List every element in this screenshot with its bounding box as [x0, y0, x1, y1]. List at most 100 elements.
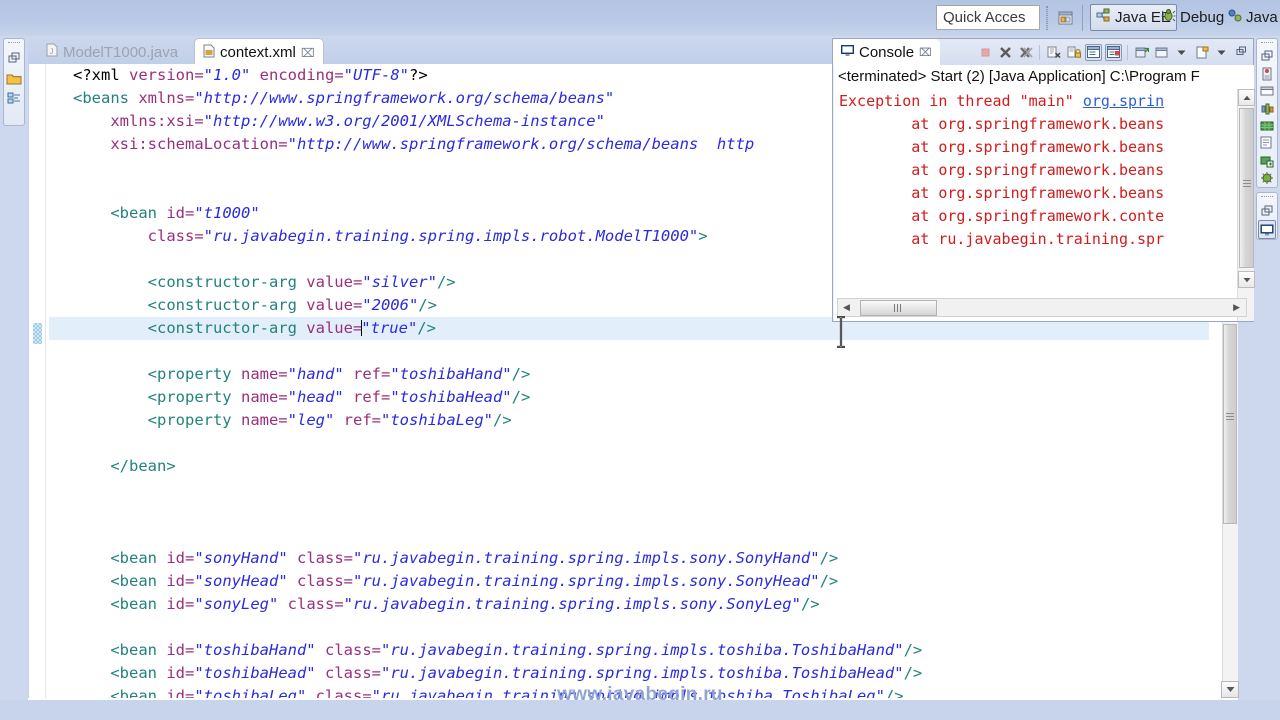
code-token: "2006": [362, 296, 419, 314]
code-token: <?xml: [73, 66, 129, 84]
code-line[interactable]: [49, 340, 1209, 363]
remove-launch-icon[interactable]: [997, 44, 1014, 61]
code-token: id=: [166, 595, 195, 613]
code-token: <constructor-arg: [147, 273, 307, 291]
console-output[interactable]: Exception in thread "main" org.sprin at …: [834, 89, 1237, 321]
servers-icon[interactable]: [1258, 65, 1276, 82]
code-token: />: [436, 273, 456, 291]
code-line[interactable]: <property name="head" ref="toshibaHead"/…: [49, 386, 1209, 409]
remove-all-launches-icon[interactable]: [1017, 44, 1034, 61]
restore-icon[interactable]: [1258, 48, 1276, 65]
code-line[interactable]: [49, 616, 1209, 639]
package-explorer-icon[interactable]: [5, 68, 23, 88]
code-line[interactable]: <property name="leg" ref="toshibaLeg"/>: [49, 409, 1209, 432]
xml-file-icon: [203, 44, 215, 62]
console-line: at org.springframework.beans: [839, 159, 1237, 182]
code-token: name=: [240, 365, 288, 383]
open-perspective-icon[interactable]: [1056, 8, 1076, 28]
properties-icon[interactable]: [1258, 82, 1276, 99]
toolbar-separator: [1039, 44, 1040, 60]
console-tab[interactable]: Console ⌧: [833, 39, 940, 65]
palette-icon[interactable]: [1258, 135, 1276, 152]
console-launch-info: <terminated> Start (2) [Java Application…: [834, 65, 1254, 89]
console-vertical-scrollbar[interactable]: [1237, 89, 1255, 321]
code-token: "sonyLeg": [194, 595, 279, 613]
console-icon[interactable]: [1258, 220, 1276, 239]
pin-console-icon[interactable]: [1133, 44, 1150, 61]
code-line[interactable]: </bean>: [49, 455, 1209, 478]
trim-grip[interactable]: [1261, 196, 1273, 200]
scroll-left-button[interactable]: ◀: [843, 302, 850, 313]
lock-scroll-icon[interactable]: [1065, 44, 1082, 61]
scroll-right-button[interactable]: ▶: [1233, 302, 1240, 313]
quick-access-input[interactable]: Quick Acces: [936, 5, 1040, 30]
code-line[interactable]: [49, 478, 1209, 501]
code-line[interactable]: <bean id="toshibaHand" class="ru.javabeg…: [49, 639, 1209, 662]
console-horizontal-scrollbar[interactable]: ◀ ▶: [837, 298, 1247, 317]
code-token: "toshibaLeg": [194, 687, 307, 698]
problems-icon[interactable]: [1258, 170, 1276, 187]
console-line-text: at org.springframework.beans: [839, 115, 1165, 133]
data-source-explorer-icon[interactable]: [1258, 117, 1276, 134]
perspective-debug[interactable]: Debug: [1156, 4, 1229, 31]
scrollbar-grip: [894, 304, 903, 312]
code-token: value=: [306, 296, 363, 314]
show-console-on-error-icon[interactable]: [1105, 43, 1122, 61]
editor-gutter[interactable]: [29, 64, 46, 698]
code-token: name=: [240, 411, 288, 429]
stacktrace-link[interactable]: org.sprin: [1083, 92, 1164, 110]
open-console-icon[interactable]: [1193, 44, 1210, 61]
code-token: />: [417, 319, 436, 337]
restore-icon[interactable]: [5, 48, 23, 68]
code-token: encoding=: [259, 66, 344, 84]
change-marker: [33, 323, 42, 344]
code-line[interactable]: <bean id="sonyHead" class="ru.javabegin.…: [49, 570, 1209, 593]
code-token: <property: [147, 411, 241, 429]
editor-tab-modelt1000[interactable]: J ModelT1000.java: [38, 38, 186, 66]
display-selected-console-icon[interactable]: [1153, 44, 1170, 61]
code-line[interactable]: [49, 524, 1209, 547]
terminate-icon[interactable]: [977, 44, 994, 61]
restore-icon[interactable]: [1258, 202, 1276, 221]
scroll-down-button[interactable]: [1221, 681, 1239, 698]
clear-console-icon[interactable]: [1045, 44, 1062, 61]
code-line[interactable]: [49, 432, 1209, 455]
display-selected-console-menu-icon[interactable]: [1173, 44, 1190, 61]
markers-icon[interactable]: [1258, 152, 1276, 169]
code-token: />: [511, 388, 531, 406]
show-console-on-output-icon[interactable]: [1085, 43, 1102, 61]
trim-grip[interactable]: [8, 42, 20, 46]
editor-vertical-scrollbar-thumb[interactable]: [1223, 324, 1237, 524]
code-token: name=: [240, 388, 288, 406]
console-scroll-up-button[interactable]: [1238, 89, 1255, 106]
console-line-text: Exception in thread "main": [839, 92, 1083, 110]
code-line[interactable]: <property name="hand" ref="toshibaHand"/…: [49, 363, 1209, 386]
snippets-icon[interactable]: [1258, 100, 1276, 117]
code-line[interactable]: <bean id="sonyLeg" class="ru.javabegin.t…: [49, 593, 1209, 616]
code-line[interactable]: [49, 501, 1209, 524]
editor-tab-context-xml[interactable]: context.xml ⌧: [194, 38, 324, 66]
code-token: id=: [166, 664, 195, 682]
code-token: <bean: [110, 572, 167, 590]
close-icon[interactable]: ⌧: [919, 46, 932, 59]
code-line[interactable]: <bean id="sonyHand" class="ru.javabegin.…: [49, 547, 1209, 570]
code-line[interactable]: <bean id="toshibaHead" class="ru.javabeg…: [49, 662, 1209, 685]
perspective-java[interactable]: Java: [1222, 4, 1280, 31]
close-icon[interactable]: ⌧: [301, 46, 315, 60]
bottom-trim: [0, 700, 1280, 720]
ibeam-cursor: [835, 315, 847, 349]
view-menu-icon[interactable]: [1233, 44, 1250, 61]
outline-icon[interactable]: [5, 88, 23, 108]
console-scroll-down-button[interactable]: [1238, 271, 1255, 288]
code-token: />: [800, 595, 820, 613]
code-line[interactable]: <bean id="toshibaLeg" class="ru.javabegi…: [49, 685, 1209, 698]
trim-grip[interactable]: [1261, 42, 1273, 46]
code-token: />: [492, 411, 512, 429]
open-console-menu-icon[interactable]: [1213, 44, 1230, 61]
code-token: "head": [287, 388, 344, 406]
code-token: version=: [129, 66, 204, 84]
console-horizontal-scrollbar-thumb[interactable]: [860, 300, 937, 316]
